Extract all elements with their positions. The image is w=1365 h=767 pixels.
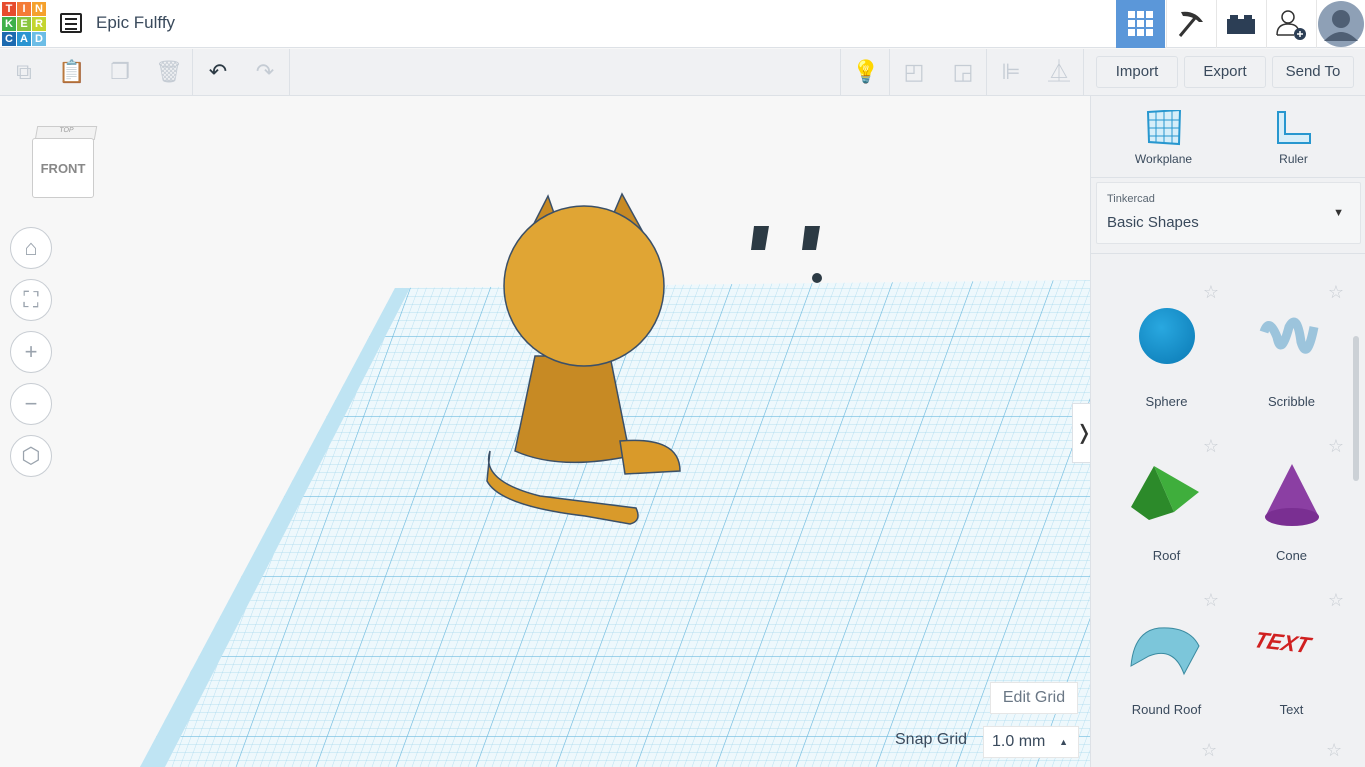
zoom-in-button[interactable]: + (10, 331, 52, 373)
star-icon[interactable]: ☆ (1201, 740, 1217, 761)
shape-text[interactable]: ☆ TEXT Text (1229, 590, 1354, 756)
star-icon[interactable]: ☆ (1203, 590, 1219, 611)
snap-grid-label: Snap Grid (895, 731, 968, 748)
redo-icon[interactable]: ↷ (252, 59, 278, 85)
shape-roof[interactable]: ☆ Roof (1104, 436, 1229, 602)
logo-letter: K (2, 17, 16, 31)
scribble-icon (1259, 317, 1319, 354)
workplane-icon (1146, 108, 1182, 146)
edit-grid-button[interactable]: Edit Grid (990, 682, 1078, 714)
home-view-button[interactable]: ⌂ (10, 227, 52, 269)
view-cube[interactable]: TOP FRONT (32, 126, 98, 200)
star-icon[interactable]: ☆ (1328, 590, 1344, 611)
delete-icon[interactable]: 🗑 (155, 59, 183, 85)
import-button[interactable]: Import (1096, 56, 1178, 88)
pickaxe-icon (1178, 11, 1203, 37)
3d-design-view-button[interactable] (1116, 0, 1165, 48)
eye-shape[interactable] (802, 226, 820, 250)
library-value: Basic Shapes (1107, 214, 1199, 231)
view-cube-front[interactable]: FRONT (32, 138, 94, 198)
paste-icon[interactable]: 📋 (58, 59, 85, 85)
eye-shape[interactable] (751, 226, 769, 250)
shape-library-dropdown[interactable]: Tinkercad Basic Shapes ▼ (1096, 182, 1361, 244)
export-button[interactable]: Export (1184, 56, 1266, 88)
star-icon[interactable]: ☆ (1328, 282, 1344, 303)
undo-icon[interactable]: ↶ (205, 59, 231, 85)
lightbulb-icon[interactable]: 💡 (852, 59, 879, 85)
ungroup-icon[interactable]: ◲ (950, 59, 976, 85)
avatar-icon (1318, 1, 1364, 47)
design-menu-icon[interactable] (60, 13, 82, 33)
ruler-icon (1277, 111, 1311, 144)
star-icon[interactable]: ☆ (1203, 436, 1219, 457)
design-title[interactable]: Epic Fulffy (96, 13, 175, 33)
workplane-label: Workplane (1134, 152, 1193, 166)
library-category: Tinkercad (1107, 193, 1155, 205)
logo-letter: R (32, 17, 46, 31)
logo-letter: E (17, 17, 31, 31)
3d-viewport[interactable]: TOP FRONT ⌂ ⛶ + − ⬡ ❭ Edit Grid Snap Gri… (0, 96, 1090, 767)
logo-letter: N (32, 2, 46, 16)
send-to-button[interactable]: Send To (1272, 56, 1354, 88)
caret-up-icon: ▲ (1059, 737, 1068, 747)
group-icon[interactable]: ◰ (901, 59, 927, 85)
logo-letter: T (2, 2, 16, 16)
top-bar: TIN KER CAD Epic Fulffy (0, 0, 1365, 48)
snap-grid-value: 1.0 mm (992, 733, 1046, 750)
shape-cone[interactable]: ☆ Cone (1229, 436, 1354, 602)
shapes-panel: Workplane Ruler Tinkercad Basic Shapes ▼… (1090, 96, 1365, 767)
ruler-label: Ruler (1279, 152, 1308, 166)
collapse-panel-button[interactable]: ❭ (1072, 403, 1090, 463)
star-icon[interactable]: ☆ (1328, 436, 1344, 457)
sphere-icon (1139, 308, 1195, 364)
tinkercad-logo[interactable]: TIN KER CAD (2, 2, 46, 46)
logo-letter: I (17, 2, 31, 16)
roof-icon (1131, 466, 1199, 520)
caret-down-icon: ▼ (1333, 207, 1344, 219)
logo-letter: A (17, 32, 31, 46)
user-avatar[interactable] (1316, 0, 1365, 48)
workplane-grid[interactable] (0, 96, 1090, 767)
text-shape-icon: TEXT (1250, 627, 1314, 658)
invite-user-button[interactable] (1266, 0, 1315, 48)
perspective-toggle-button[interactable]: ⬡ (10, 435, 52, 477)
fit-view-button[interactable]: ⛶ (10, 279, 52, 321)
shape-round-roof[interactable]: ☆ Round Roof (1104, 590, 1229, 756)
copy-icon[interactable]: ⧉ (11, 59, 37, 85)
edit-toolbar: ⧉ 📋 ❐ 🗑 ↶ ↷ 💡 ◰ ◲ ⊫ ⏅ Import Export Send… (0, 49, 1365, 96)
nose-shape[interactable] (812, 273, 822, 283)
duplicate-icon[interactable]: ❐ (107, 59, 133, 85)
shape-scribble[interactable]: ☆ Scribble (1229, 282, 1354, 448)
workplane-button[interactable] (1146, 108, 1182, 151)
mirror-icon[interactable]: ⏅ (1046, 59, 1072, 85)
align-icon[interactable]: ⊫ (998, 59, 1024, 85)
brick-icon (1227, 15, 1255, 34)
cone-icon (1265, 464, 1319, 526)
shape-sphere[interactable]: ☆ Sphere (1104, 282, 1229, 448)
round-roof-icon (1130, 627, 1200, 676)
grid-icon (1127, 11, 1153, 36)
add-user-icon (1276, 10, 1306, 40)
star-icon[interactable]: ☆ (1203, 282, 1219, 303)
zoom-out-button[interactable]: − (10, 383, 52, 425)
logo-letter: D (32, 32, 46, 46)
snap-grid-select[interactable]: 1.0 mm ▲ (983, 726, 1079, 758)
ruler-button[interactable] (1276, 110, 1312, 151)
minecraft-view-button[interactable] (1166, 0, 1215, 48)
logo-letter: C (2, 32, 16, 46)
star-icon[interactable]: ☆ (1326, 740, 1342, 761)
lego-view-button[interactable] (1216, 0, 1265, 48)
